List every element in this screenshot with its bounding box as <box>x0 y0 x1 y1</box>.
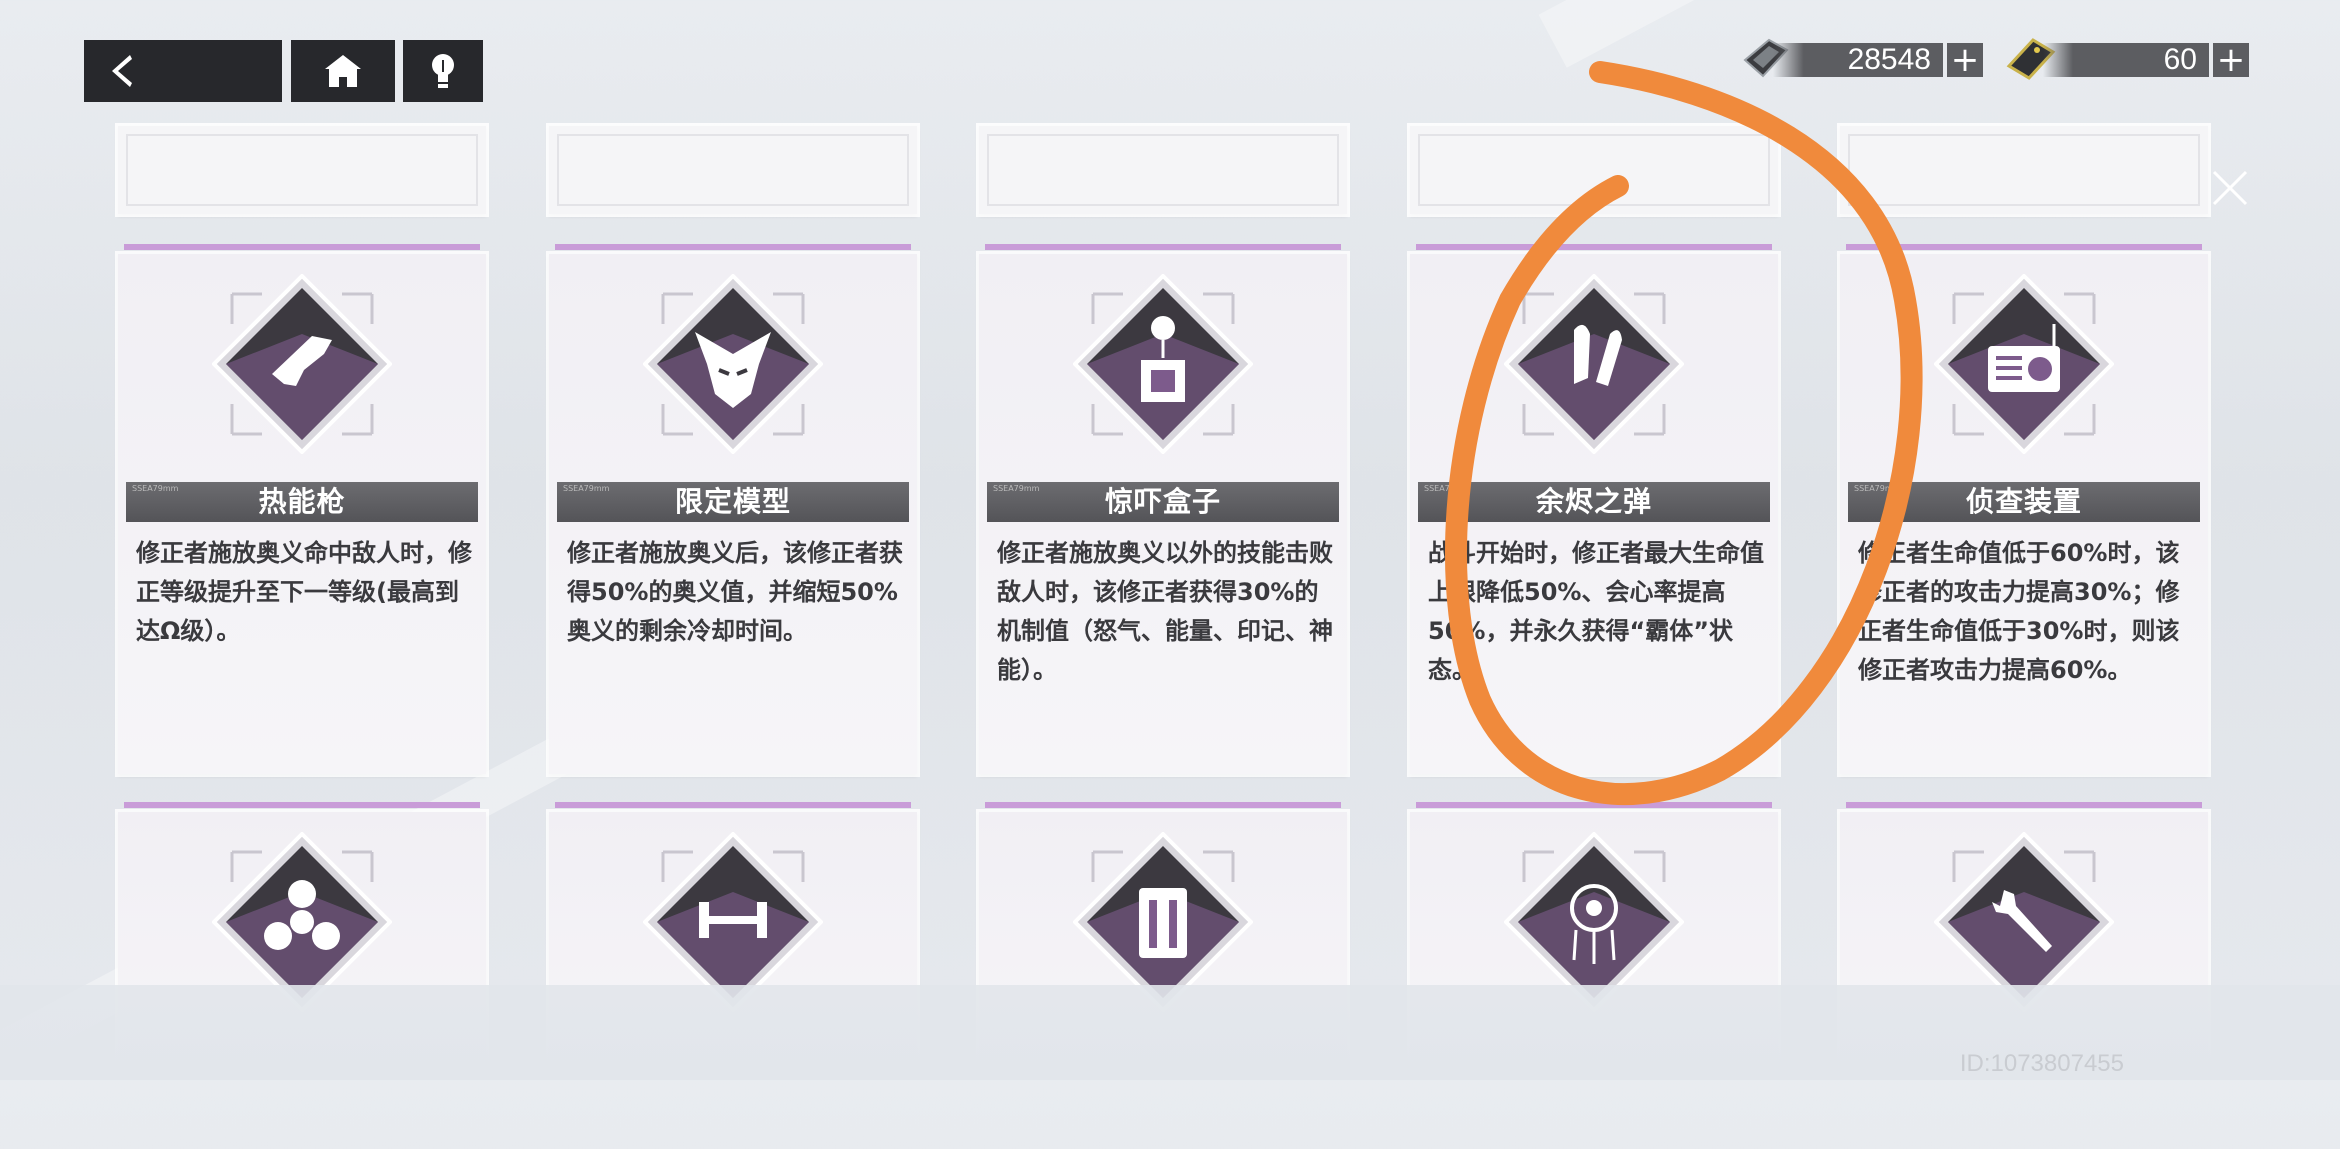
currency-value: 28548 <box>1773 43 1943 77</box>
currency-diamonds: 28548 + <box>1735 38 1983 80</box>
add-currency-button[interactable]: + <box>1947 43 1983 77</box>
card-title: 惊吓盒子 <box>1104 485 1221 518</box>
card-description: 战斗开始时，修正者最大生命值上限降低50%、会心率提高50%，并永久获得“霸体”… <box>1428 539 1764 684</box>
item-card-limited-model[interactable]: SSEA79mm 限定模型 修正者施放奥义后，该修正者获得50%的奥义值，并缩短5… <box>549 244 917 774</box>
card-partial-top[interactable] <box>549 126 917 214</box>
item-card-heat-gun[interactable]: SSEA79mm 热能枪 修正者施放奥义命中敌人时，修正等级提升至下一等级(最高到… <box>118 244 486 774</box>
card-partial-top[interactable] <box>118 126 486 214</box>
card-description: 修正者施放奥义以外的技能击败敌人时，该修正者获得30%的机制值（怒气、能量、印记… <box>997 539 1333 684</box>
currency-value: 60 <box>2043 43 2209 77</box>
card-description: 修正者施放奥义后，该修正者获得50%的奥义值，并缩短50%奥义的剩余冷却时间。 <box>567 539 903 645</box>
item-card-scout-device[interactable]: SSEA79mm 侦查装置 修正者生命值低于60%时，该修正者的攻击力提高30%；… <box>1840 244 2208 774</box>
card-title: 限定模型 <box>674 485 791 518</box>
back-button[interactable] <box>84 40 282 102</box>
heat-gun-icon <box>212 274 392 454</box>
item-card-surprise-box[interactable]: SSEA79mm 惊吓盒子 修正者施放奥义以外的技能击败敌人时，该修正者获得30%… <box>979 244 1347 774</box>
mecha-head-icon <box>643 274 823 454</box>
card-partial-top[interactable] <box>1840 126 2208 214</box>
card-title: 余烬之弹 <box>1535 485 1652 518</box>
home-icon <box>323 53 363 89</box>
hint-button[interactable] <box>403 40 483 102</box>
home-button[interactable] <box>291 40 395 102</box>
add-currency-button[interactable]: + <box>2213 43 2249 77</box>
jack-in-box-icon <box>1073 274 1253 454</box>
card-description: 修正者生命值低于60%时，该修正者的攻击力提高30%；修正者生命值低于30%时，… <box>1858 539 2180 684</box>
lightbulb-icon <box>429 52 457 90</box>
back-arrow-icon <box>106 53 136 89</box>
card-title: 侦查装置 <box>1965 485 2082 518</box>
bullets-icon <box>1504 274 1684 454</box>
card-partial-top[interactable] <box>979 126 1347 214</box>
watermark: ID:1073807455 <box>1959 1050 2124 1077</box>
currency-tickets: 60 + <box>2003 38 2249 80</box>
card-title: 热能枪 <box>258 485 346 518</box>
card-description: 修正者施放奥义命中敌人时，修正等级提升至下一等级(最高到达Ω级）。 <box>136 539 472 645</box>
decor-x-icon <box>2212 170 2248 206</box>
radio-device-icon <box>1934 274 2114 454</box>
card-partial-top[interactable] <box>1410 126 1778 214</box>
item-card-ember-bullet[interactable]: SSEA79mm 余烬之弹 战斗开始时，修正者最大生命值上限降低50%、会心率提高… <box>1410 244 1778 774</box>
